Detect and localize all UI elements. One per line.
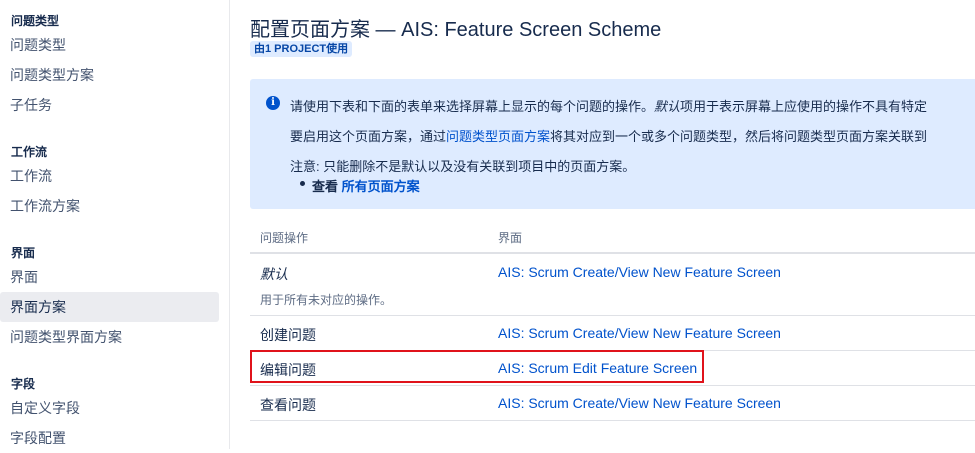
bullet-prefix: 查看 xyxy=(312,179,339,194)
sidebar-item-issue-types[interactable]: 问题类型 xyxy=(0,30,219,60)
row-divider xyxy=(250,315,975,316)
info-line-1: 请使用下表和下面的表单来选择屏幕上显示的每个问题的操作。默认项用于表示屏幕上应使… xyxy=(290,96,927,115)
row-divider xyxy=(250,420,975,421)
sidebar-item-workflow-schemes[interactable]: 工作流方案 xyxy=(0,191,219,221)
sidebar-item-issue-type-schemes[interactable]: 问题类型方案 xyxy=(0,60,219,90)
info-line-2: 要启用这个页面方案，通过问题类型页面方案将其对应到一个或多个问题类型，然后将问题… xyxy=(290,126,927,145)
column-header-screen: 界面 xyxy=(498,231,523,245)
operation-cell: 查看问题 xyxy=(260,397,316,413)
operation-cell: 创建问题 xyxy=(260,327,316,343)
sidebar-heading-issue-types: 问题类型 xyxy=(11,14,60,28)
project-usage-badge: 由1 PROJECT使用 xyxy=(250,41,353,57)
info-line-1-suffix: 项用于表示屏幕上应使用的操作不具有特定 xyxy=(680,99,928,114)
screen-link[interactable]: AIS: Scrum Create/View New Feature Scree… xyxy=(498,325,781,341)
sidebar-item-custom-fields[interactable]: 自定义字段 xyxy=(0,393,219,423)
view-all-bullet: 查看 所有页面方案 xyxy=(300,176,420,195)
bullet-dot xyxy=(300,181,305,186)
sidebar-heading-fields: 字段 xyxy=(11,377,36,391)
screen-link[interactable]: AIS: Scrum Create/View New Feature Scree… xyxy=(498,395,781,411)
issue-type-screen-scheme-link[interactable]: 问题类型页面方案 xyxy=(446,129,550,144)
highlight-box xyxy=(250,350,704,383)
all-screen-schemes-link[interactable]: 所有页面方案 xyxy=(342,179,420,194)
column-header-operation: 问题操作 xyxy=(260,231,309,245)
info-line-1-prefix: 请使用下表和下面的表单来选择屏幕上显示的每个问题的操作。 xyxy=(290,99,655,114)
sidebar-item-workflows[interactable]: 工作流 xyxy=(0,161,219,191)
sidebar-item-issue-type-screen-schemes[interactable]: 问题类型界面方案 xyxy=(0,322,219,352)
info-line-3: 注意: 只能删除不是默认以及没有关联到项目中的页面方案。 xyxy=(290,159,636,174)
info-icon: i xyxy=(266,96,280,110)
sidebar-heading-workflows: 工作流 xyxy=(11,145,48,159)
sidebar-item-screens[interactable]: 界面 xyxy=(0,262,219,292)
table-header-divider xyxy=(250,252,975,254)
screen-link[interactable]: AIS: Scrum Create/View New Feature Scree… xyxy=(498,264,781,280)
info-line-2-prefix: 要启用这个页面方案，通过 xyxy=(290,129,447,144)
info-line-1-italic: 默认 xyxy=(654,99,681,114)
page-title: 配置页面方案 — AIS: Feature Screen Scheme xyxy=(250,19,662,41)
main-content: 配置页面方案 — AIS: Feature Screen Scheme 由1 P… xyxy=(250,0,975,449)
info-line-2-suffix: 将其对应到一个或多个问题类型，然后将问题类型页面方案关联到 xyxy=(550,129,928,144)
operation-cell: 默认 xyxy=(260,266,288,282)
sidebar: 问题类型 问题类型 问题类型方案 子任务 工作流 工作流 工作流方案 界面 界面… xyxy=(0,0,230,449)
row-divider xyxy=(250,385,975,386)
operation-note: 用于所有未对应的操作。 xyxy=(260,293,393,307)
sidebar-item-subtasks[interactable]: 子任务 xyxy=(0,90,219,120)
sidebar-item-screen-schemes[interactable]: 界面方案 xyxy=(0,292,219,322)
sidebar-heading-screens: 界面 xyxy=(11,246,36,260)
